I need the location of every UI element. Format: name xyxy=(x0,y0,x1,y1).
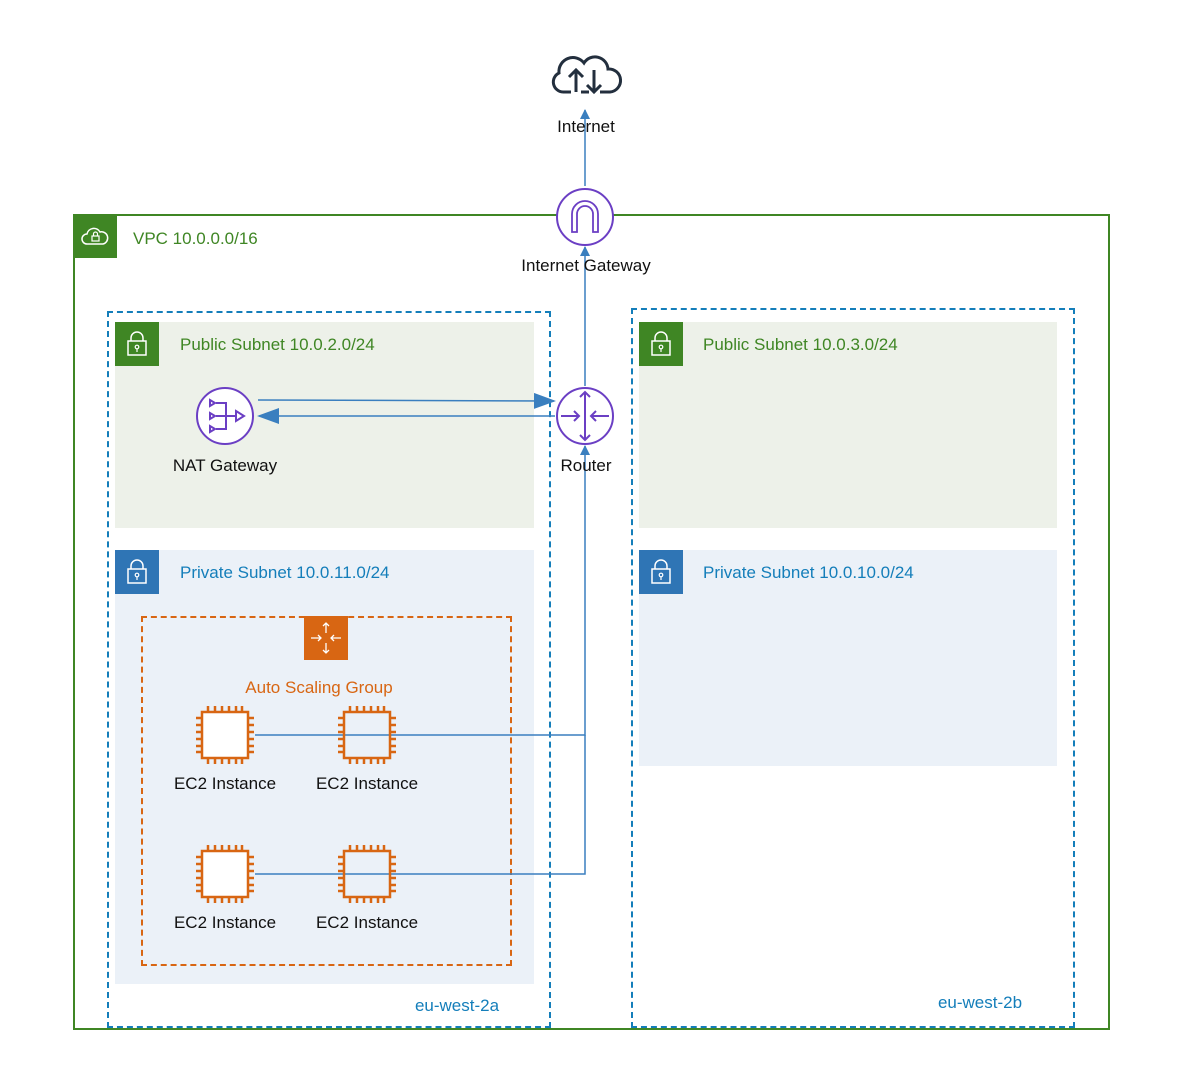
ec2-instance-label: EC2 Instance xyxy=(173,913,277,932)
nat-to-router-connector xyxy=(257,392,556,409)
nat-gateway-icon xyxy=(196,387,254,445)
architecture-diagram: VPC 10.0.0.0/16 eu-west-2a eu-west-2b Pu… xyxy=(0,0,1186,1078)
ec2-chip-icon xyxy=(196,845,254,903)
ec2-instance-label: EC2 Instance xyxy=(315,774,419,793)
internet-gateway-label: Internet Gateway xyxy=(521,256,651,275)
ec2-chip-icon xyxy=(196,706,254,764)
router-label: Router xyxy=(560,456,612,475)
ec2-instance-label: EC2 Instance xyxy=(315,913,419,932)
ec2-instance-label: EC2 Instance xyxy=(173,774,277,793)
router-icon xyxy=(556,387,614,445)
ec2-row1-to-router-connector xyxy=(255,445,590,736)
nat-gateway-label: NAT Gateway xyxy=(172,456,278,475)
cloud-upload-download-icon xyxy=(551,55,623,95)
internet-gateway-icon xyxy=(556,188,614,246)
ec2-row2-to-router-connector xyxy=(255,735,586,875)
internet-label: Internet xyxy=(557,117,615,136)
